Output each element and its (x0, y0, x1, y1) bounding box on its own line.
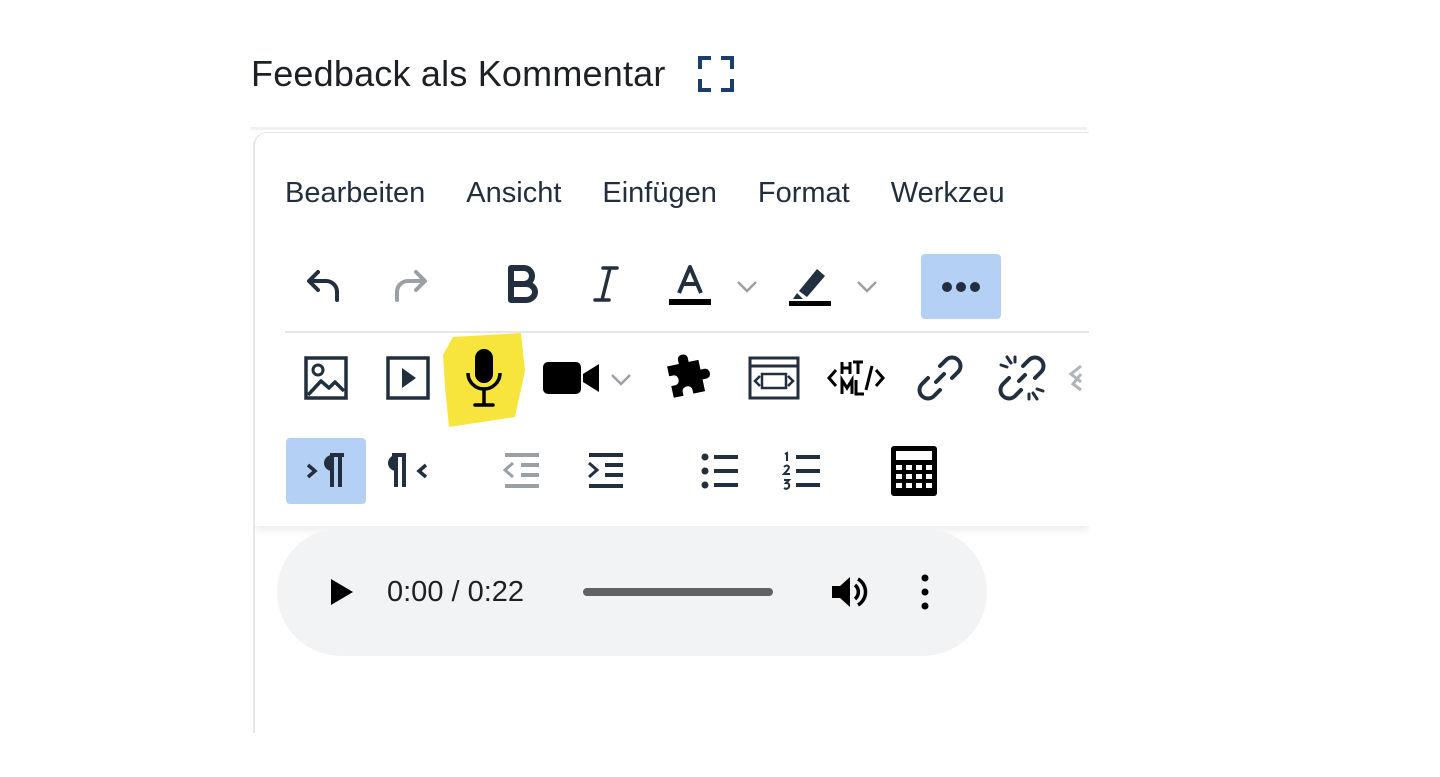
italic-icon (593, 266, 619, 302)
page-title: Feedback als Kommentar (251, 53, 666, 94)
highlight-dropdown[interactable] (853, 272, 881, 300)
calculator-button[interactable] (881, 438, 947, 504)
insert-media-button[interactable] (375, 347, 441, 409)
text-color-button[interactable] (659, 253, 721, 315)
record-video-button[interactable] (539, 347, 603, 409)
unlink-button[interactable] (989, 347, 1055, 409)
numbered-list-icon (782, 451, 820, 490)
bullet-list-button[interactable] (687, 438, 753, 504)
chevron-down-icon (857, 281, 877, 293)
indent-icon (588, 453, 623, 488)
chevron-down-icon (611, 374, 631, 386)
rich-text-editor[interactable]: Bearbeiten Ansicht Einfügen Format Werkz… (253, 132, 1089, 733)
chevron-down-icon (737, 281, 757, 293)
undo-icon (307, 270, 339, 302)
play-button[interactable] (321, 572, 361, 612)
volume-button[interactable] (827, 570, 871, 614)
partial-icon (1068, 364, 1083, 392)
link-button[interactable] (907, 347, 973, 409)
record-audio-button[interactable] (441, 331, 527, 429)
divider (251, 127, 1087, 130)
outdent-button[interactable] (489, 438, 555, 504)
plugin-icon (667, 354, 710, 398)
more-vertical-icon (921, 574, 929, 610)
media-icon (386, 356, 430, 400)
video-dropdown[interactable] (607, 365, 635, 393)
microphone-icon (466, 349, 502, 407)
html-icon (827, 360, 885, 396)
ltr-button[interactable] (286, 438, 366, 504)
fullscreen-icon (697, 56, 734, 92)
audio-more-button[interactable] (905, 570, 945, 614)
outdent-icon (502, 453, 539, 488)
link-icon (917, 355, 963, 401)
bold-button[interactable] (489, 253, 555, 315)
ltr-icon (306, 453, 344, 487)
text-color-icon (669, 265, 711, 305)
insert-image-button[interactable] (293, 347, 359, 409)
embed-icon (748, 356, 800, 400)
menu-ansicht[interactable]: Ansicht (466, 177, 561, 210)
section-heading: Feedback als Kommentar (251, 52, 736, 96)
redo-button[interactable] (375, 253, 445, 315)
numbered-list-button[interactable] (769, 438, 835, 504)
rtl-button[interactable] (375, 438, 445, 504)
image-icon (304, 356, 348, 400)
audio-time: 0:00 / 0:22 (387, 576, 525, 608)
text-color-dropdown[interactable] (733, 272, 761, 300)
overflow-partial-button[interactable] (1067, 347, 1089, 409)
fullscreen-button[interactable] (696, 54, 736, 94)
menu-format[interactable]: Format (758, 177, 850, 210)
bullet-list-icon (701, 453, 738, 489)
audio-progress-bar[interactable] (583, 585, 773, 599)
plugin-button[interactable] (657, 347, 723, 409)
play-icon (331, 579, 353, 605)
bold-icon (508, 265, 538, 303)
toolbar-divider (285, 331, 1089, 333)
highlight-button[interactable] (779, 253, 841, 315)
audio-progress-track (583, 588, 773, 596)
embed-button[interactable] (741, 347, 807, 409)
unlink-icon (998, 355, 1046, 401)
menu-einfuegen[interactable]: Einfügen (602, 177, 717, 210)
redo-icon (395, 270, 427, 302)
html-button[interactable] (823, 347, 889, 409)
calculator-icon (891, 446, 937, 496)
highlight-icon (789, 269, 831, 306)
volume-icon (832, 577, 868, 607)
italic-button[interactable] (573, 253, 639, 315)
indent-button[interactable] (573, 438, 639, 504)
rtl-icon (388, 453, 428, 487)
undo-button[interactable] (289, 253, 359, 315)
menu-werkzeuge[interactable]: Werkzeu (891, 177, 1005, 210)
editor-header: Bearbeiten Ansicht Einfügen Format Werkz… (255, 133, 1089, 526)
audio-player: 0:00 / 0:22 (277, 528, 987, 656)
menubar: Bearbeiten Ansicht Einfügen Format Werkz… (285, 171, 1046, 215)
more-button[interactable] (921, 254, 1001, 319)
more-icon (942, 281, 980, 292)
video-camera-icon (543, 362, 599, 394)
menu-bearbeiten[interactable]: Bearbeiten (285, 177, 425, 210)
